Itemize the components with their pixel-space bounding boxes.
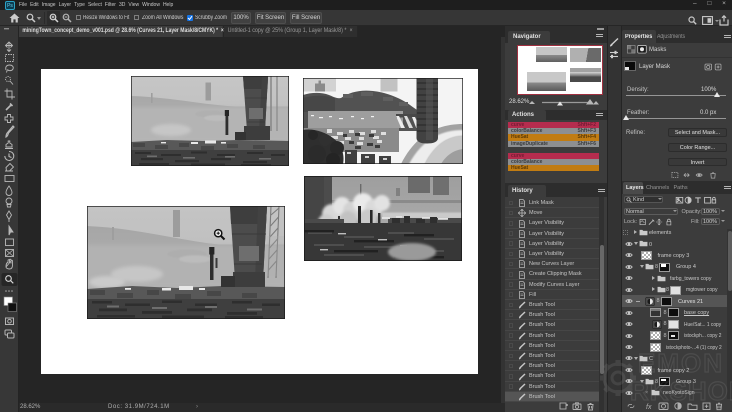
svg-text:EMON: EMON xyxy=(638,348,724,378)
svg-text:RKSHOP: RKSHOP xyxy=(630,376,732,406)
